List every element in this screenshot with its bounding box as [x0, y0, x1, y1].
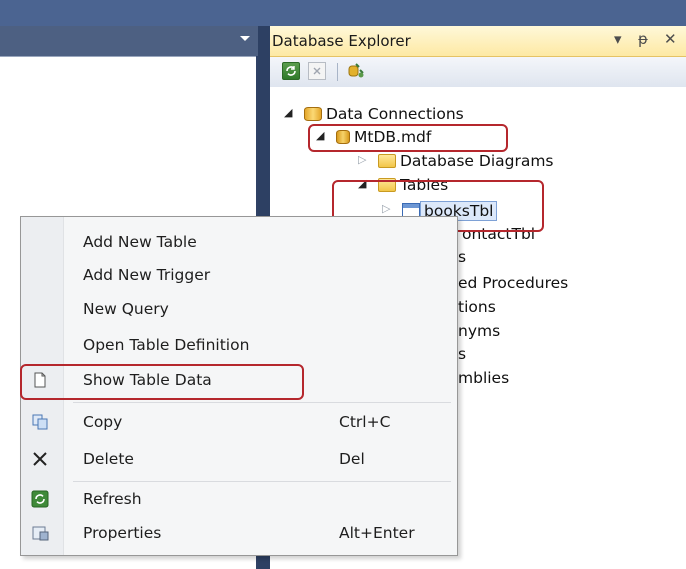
- tree-item-label: tions: [458, 298, 496, 316]
- chevron-down-icon[interactable]: [240, 36, 250, 41]
- document-tab-header[interactable]: [0, 26, 260, 56]
- document-pane-divider: [0, 56, 256, 57]
- tree-item-label: ed Procedures: [458, 274, 569, 292]
- menu-item-label: Refresh: [83, 490, 142, 508]
- delete-icon: [31, 450, 49, 468]
- menu-item-label: Open Table Definition: [83, 336, 250, 354]
- menu-item-label: Add New Trigger: [83, 266, 211, 284]
- menu-item-label: New Query: [83, 300, 169, 318]
- menu-item-delete[interactable]: Delete Del: [21, 444, 457, 474]
- close-icon[interactable]: ✕: [664, 30, 677, 48]
- tree-item-label: s: [458, 248, 467, 266]
- menu-item-add-new-table[interactable]: Add New Table: [21, 227, 457, 257]
- menu-item-refresh[interactable]: Refresh: [21, 484, 457, 514]
- tree-item-label: Data Connections: [326, 105, 464, 123]
- tree-item-label: Database Diagrams: [400, 152, 554, 170]
- menu-item-label: Copy: [83, 413, 123, 431]
- collapsed-arrow-icon[interactable]: ▷: [358, 153, 372, 166]
- database-explorer-titlebar: Database Explorer ▾ ᵽ ✕: [270, 26, 686, 57]
- data-connections-icon: [304, 107, 322, 121]
- tree-item-label: nyms: [458, 322, 501, 340]
- tree-item-label: s: [458, 345, 467, 363]
- refresh-icon[interactable]: [282, 62, 300, 80]
- folder-icon: [378, 154, 396, 168]
- menu-item-label: Add New Table: [83, 233, 197, 251]
- menu-item-shortcut: Del: [339, 450, 365, 468]
- title-strip: [0, 0, 686, 26]
- expanded-arrow-icon[interactable]: ◢: [284, 106, 298, 119]
- highlight-box-show-table-data: [20, 364, 304, 400]
- menu-item-shortcut: Alt+Enter: [339, 524, 415, 542]
- refresh-icon: [31, 490, 49, 508]
- copy-icon: [31, 413, 49, 431]
- explorer-toolbar: [270, 57, 686, 87]
- pin-icon[interactable]: ᵽ: [638, 30, 648, 48]
- toolbar-separator: [337, 63, 338, 81]
- panel-title: Database Explorer: [272, 32, 411, 50]
- menu-item-open-table-definition[interactable]: Open Table Definition: [21, 330, 457, 360]
- window-position-icon[interactable]: ▾: [614, 30, 622, 48]
- menu-separator: [73, 481, 451, 482]
- menu-item-label: Properties: [83, 524, 162, 542]
- menu-item-copy[interactable]: Copy Ctrl+C: [21, 407, 457, 437]
- menu-separator: [73, 402, 451, 403]
- stop-icon[interactable]: [308, 62, 326, 80]
- menu-item-label: Delete: [83, 450, 134, 468]
- connect-icon[interactable]: [346, 62, 364, 80]
- menu-item-add-new-trigger[interactable]: Add New Trigger: [21, 260, 457, 290]
- menu-item-properties[interactable]: Properties Alt+Enter: [21, 518, 457, 548]
- properties-icon: [31, 524, 49, 542]
- tree-item-label: mblies: [458, 369, 510, 387]
- menu-item-new-query[interactable]: New Query: [21, 294, 457, 324]
- highlight-box-database: [308, 124, 508, 152]
- menu-item-shortcut: Ctrl+C: [339, 413, 391, 431]
